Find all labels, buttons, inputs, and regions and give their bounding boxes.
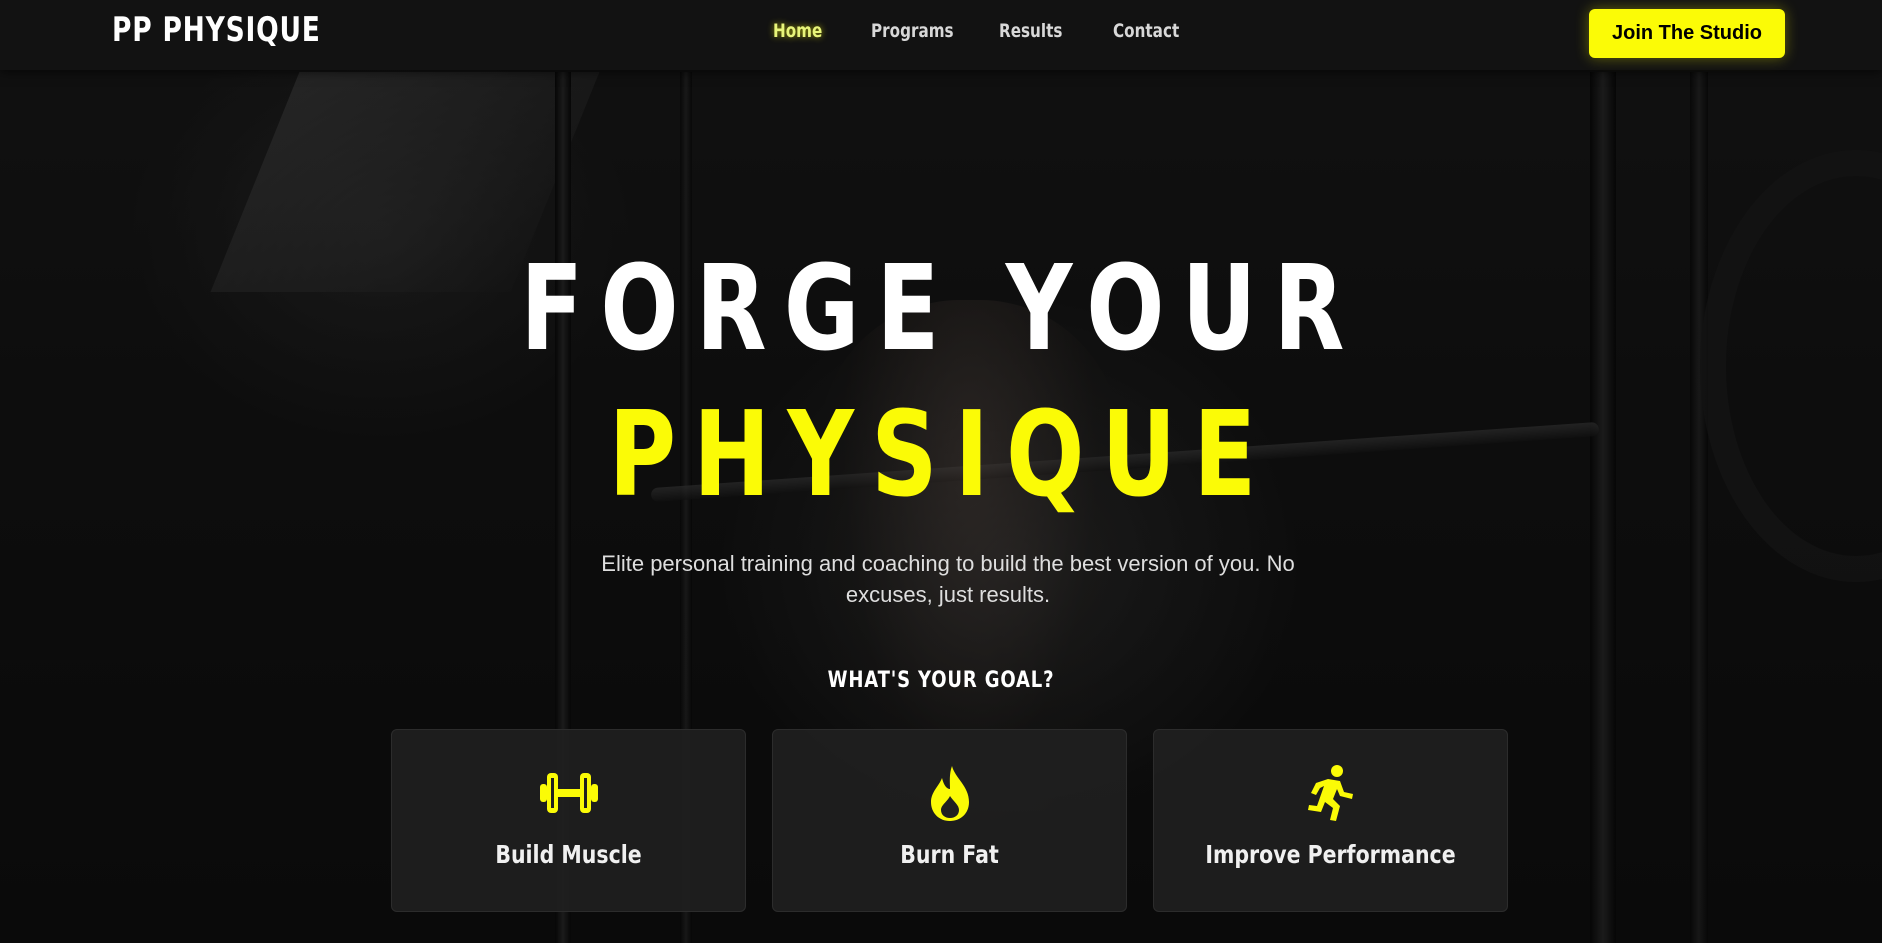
nav-link-home[interactable]: Home xyxy=(773,20,823,42)
goal-card-build-muscle[interactable]: Build Muscle xyxy=(391,729,746,912)
top-navbar: PP PHYSIQUE Home Programs Results Contac… xyxy=(0,0,1882,70)
dumbbell-icon xyxy=(540,773,598,813)
goal-card-label: Improve Performance xyxy=(1205,840,1456,869)
nav-link-programs[interactable]: Programs xyxy=(871,20,954,42)
hero-headline-line1: FORGE YOUR xyxy=(520,239,1362,377)
running-person-icon xyxy=(1308,765,1353,821)
page: PP PHYSIQUE Home Programs Results Contac… xyxy=(0,0,1882,943)
goal-card-burn-fat[interactable]: Burn Fat xyxy=(772,729,1127,912)
nav-links: Home Programs Results Contact xyxy=(773,20,1211,42)
brand-logo[interactable]: PP PHYSIQUE xyxy=(112,10,321,50)
nav-link-contact[interactable]: Contact xyxy=(1113,20,1179,42)
goal-section-title: WHAT'S YOUR GOAL? xyxy=(827,668,1055,693)
goal-card-label: Burn Fat xyxy=(900,840,999,869)
nav-link-results[interactable]: Results xyxy=(999,20,1062,42)
flame-icon xyxy=(931,766,969,821)
goal-card-label: Build Muscle xyxy=(495,840,642,869)
goal-card-improve-performance[interactable]: Improve Performance xyxy=(1153,729,1508,912)
hero-headline-line2: PHYSIQUE xyxy=(608,385,1274,523)
join-studio-button[interactable]: Join The Studio xyxy=(1589,9,1785,58)
hero-subtitle: Elite personal training and coaching to … xyxy=(601,551,1295,607)
hero-section: FORGE YOUR PHYSIQUE Elite personal train… xyxy=(0,0,1882,943)
goal-cards: Build Muscle Burn Fat Improve Performanc… xyxy=(391,729,1508,912)
